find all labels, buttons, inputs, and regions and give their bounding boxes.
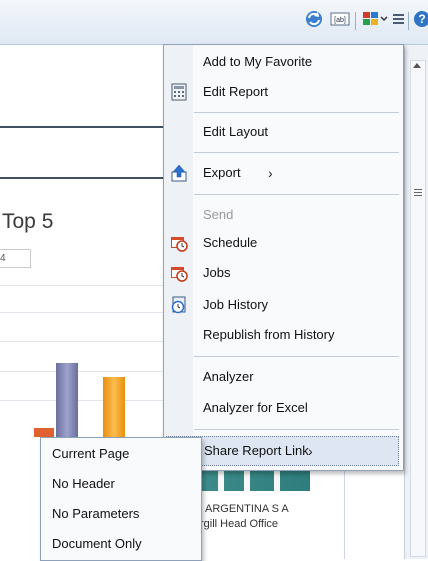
menu-item-edit-layout[interactable]: Edit Layout [164,117,403,147]
share-report-link-submenu: Current Page No Header No Parameters Doc… [40,437,202,561]
submenu-arrow-icon: › [268,165,273,181]
menu-item-edit-report[interactable]: Edit Report [164,77,403,107]
edit-report-icon [170,83,188,101]
menu-item-job-history[interactable]: Job History [164,290,403,320]
submenu-item-label: Current Page [52,446,130,461]
chart-gridline [0,285,165,286]
grid-view-icon[interactable] [362,9,388,29]
chart-gridline [0,371,165,372]
report-divider [0,177,165,179]
menu-item-label: Send [203,207,234,222]
svg-text:[ab]: [ab] [334,17,346,24]
menu-item-republish-from-history[interactable]: Republish from History [164,320,403,350]
menu-item-label: Job History [203,297,269,312]
menu-item-export[interactable]: Export › [164,158,403,188]
menu-item-schedule[interactable]: Schedule [164,228,403,258]
menu-item-send: Send [164,200,403,230]
top-toolbar: [ab] ? [0,0,428,45]
menu-item-label: Jobs [203,265,231,280]
menu-item-label: Edit Layout [203,124,269,139]
submenu-item-label: Document Only [52,536,142,551]
report-actions-menu: Add to My Favorite Edit Report Edit Layo… [163,44,404,471]
chart-gridline [0,400,165,401]
chart-gridline [0,312,165,313]
job-history-icon [170,296,188,314]
schedule-icon [170,234,188,252]
menu-item-analyzer[interactable]: Analyzer [164,362,403,392]
parameter-box-value: 4 [0,253,6,264]
chart-axis-label: rgill Head Office [200,518,279,530]
submenu-arrow-icon: › [308,443,313,459]
toolbar-separator [355,12,356,30]
menu-separator [194,194,399,195]
submenu-item-document-only[interactable]: Document Only [41,529,201,559]
menu-item-label: Export [203,165,241,180]
chart-axis-label: ARGENTINA S A [205,503,289,515]
menu-lines-icon[interactable] [390,9,410,29]
jobs-icon [170,264,188,282]
toolbar-separator [408,12,409,30]
report-divider [0,126,165,128]
submenu-item-no-header[interactable]: No Header [41,469,201,499]
menu-item-label: Add to My Favorite [203,54,313,69]
menu-item-jobs[interactable]: Jobs [164,258,403,288]
menu-separator [194,112,399,113]
export-icon [170,164,188,182]
menu-item-analyzer-for-excel[interactable]: Analyzer for Excel [164,393,403,423]
menu-item-label: Analyzer for Excel [203,400,308,415]
submenu-item-label: No Header [52,476,115,491]
menu-separator [194,356,399,357]
chart-bar [56,363,78,437]
chart-title: Top 5 [2,210,54,233]
help-icon[interactable]: ? [412,9,428,29]
submenu-item-label: No Parameters [52,506,140,521]
menu-item-label: Republish from History [203,327,335,342]
scroll-up-arrow-icon[interactable] [413,63,421,68]
menu-separator [194,152,399,153]
scroll-grip-icon[interactable] [414,189,422,197]
refresh-icon[interactable] [304,9,324,29]
menu-item-label: Share Report Link [204,443,309,458]
menu-separator [194,429,399,430]
submenu-item-no-parameters[interactable]: No Parameters [41,499,201,529]
menu-item-label: Edit Report [203,84,269,99]
vertical-scrollbar[interactable] [410,60,426,557]
menu-item-add-to-favorite[interactable]: Add to My Favorite [164,47,403,77]
chart-bar [103,377,125,437]
svg-text:?: ? [418,12,425,26]
chart-gridline [0,341,165,342]
menu-item-label: Schedule [203,235,258,250]
menu-item-label: Analyzer [203,369,254,384]
ab-text-icon[interactable]: [ab] [330,9,350,29]
submenu-item-current-page[interactable]: Current Page [41,439,201,469]
parameter-box[interactable]: 4 [0,249,31,268]
chart-bar [34,428,54,437]
